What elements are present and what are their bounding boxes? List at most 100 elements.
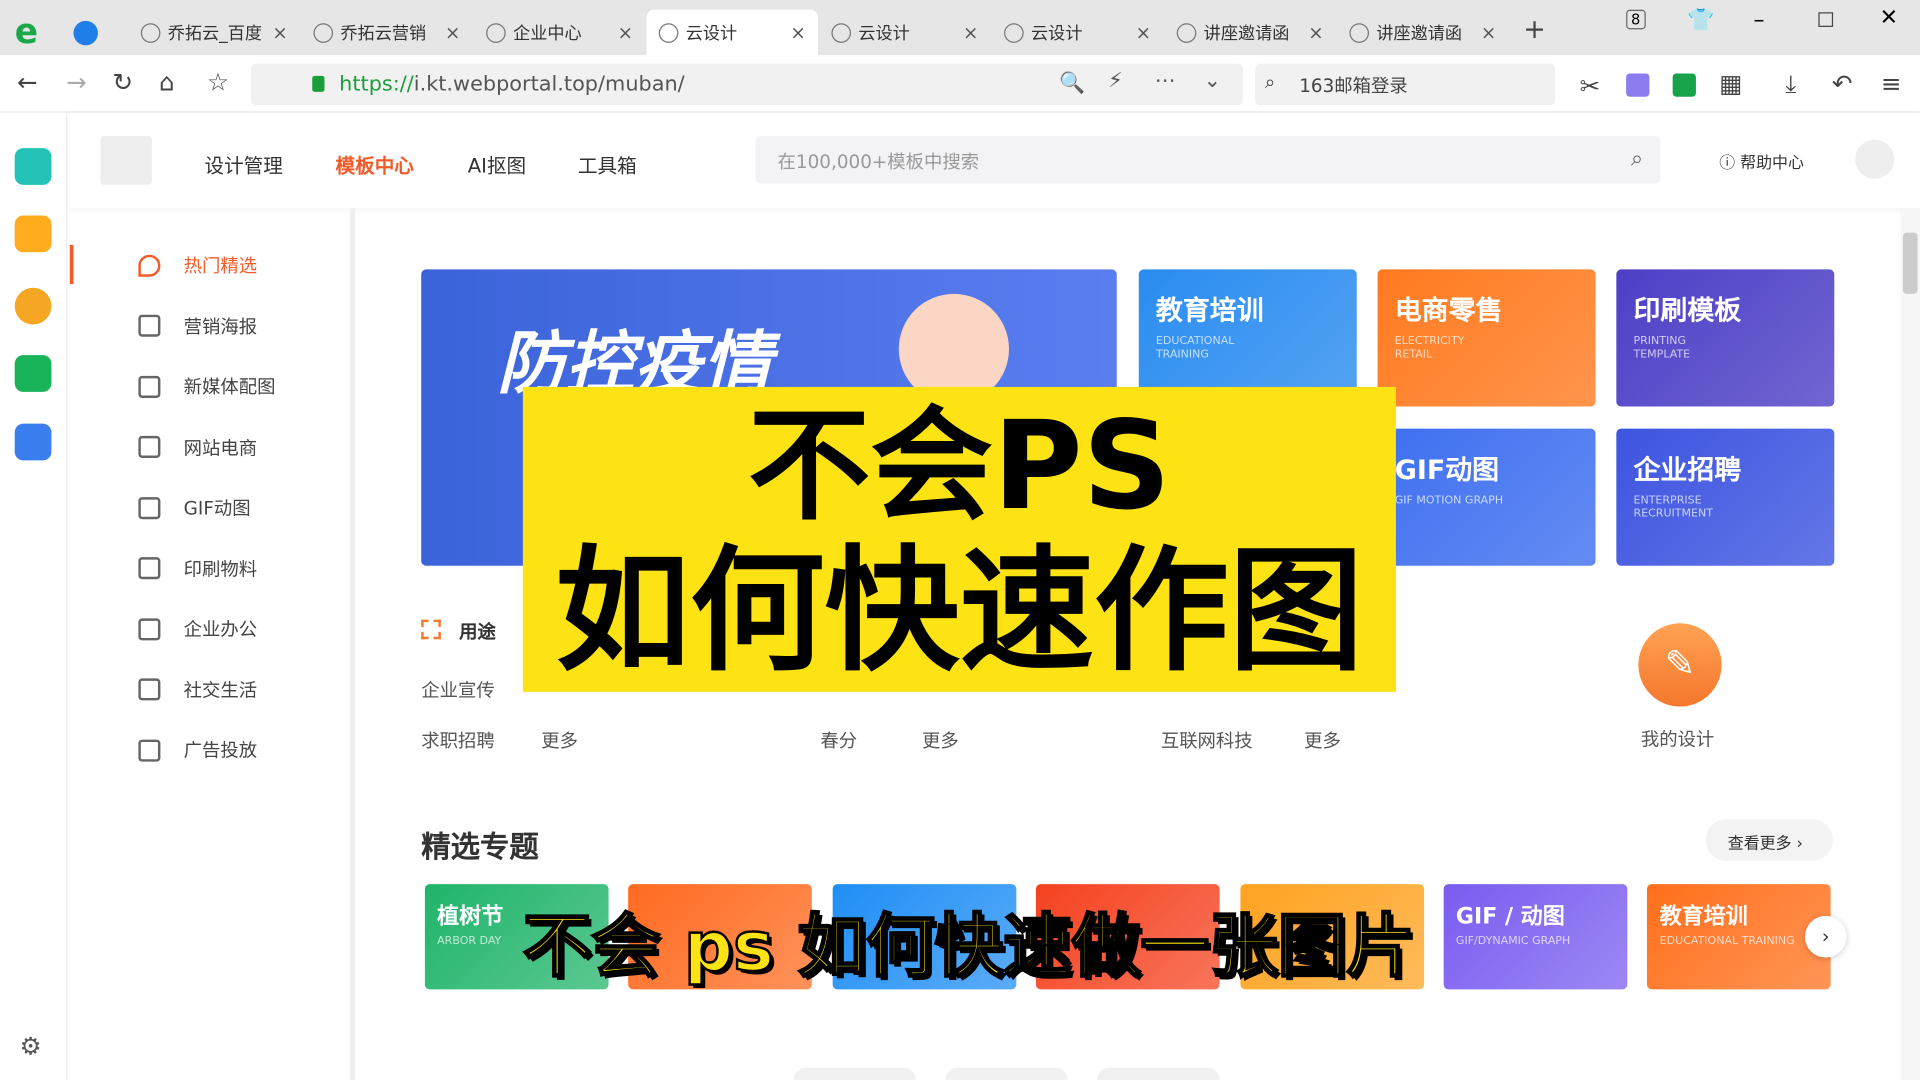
browser-tab[interactable]: 乔拓云_百度 × — [129, 10, 300, 55]
search-icon[interactable]: ⌕ — [1631, 146, 1643, 172]
topic-card[interactable]: GIF / 动图 GIF/DYNAMIC GRAPH — [1443, 884, 1628, 990]
my-design-button[interactable]: ✎ — [1638, 623, 1722, 707]
close-tab-icon[interactable]: × — [618, 21, 633, 43]
sidebar-item[interactable]: 网站电商 — [138, 434, 257, 460]
category-icon — [138, 557, 161, 580]
template-search-input[interactable]: 在100,000+模板中搜索 ⌕ — [755, 135, 1661, 184]
my-design-label[interactable]: 我的设计 — [1641, 726, 1714, 752]
category-icon — [138, 375, 161, 398]
usage-icon — [421, 619, 441, 640]
close-tab-icon[interactable]: × — [272, 21, 287, 43]
chevron-down-icon[interactable]: ⌄ — [1204, 69, 1221, 93]
site-logo[interactable] — [100, 135, 152, 185]
download-icon[interactable]: ⤓ — [1785, 69, 1796, 98]
back-icon[interactable]: ← — [17, 67, 38, 96]
sidebar-item-label: 新媒体配图 — [183, 375, 276, 398]
scrollbar[interactable] — [1900, 208, 1920, 1080]
apps-icon[interactable]: ▦ — [1719, 69, 1742, 98]
search-placeholder: 在100,000+模板中搜索 — [777, 150, 980, 173]
close-tab-icon[interactable]: × — [445, 21, 460, 43]
zoom-icon[interactable]: 🔍 — [1059, 71, 1085, 95]
menu-icon[interactable]: ≡ — [1881, 69, 1902, 98]
sidebar-item[interactable]: 企业办公 — [138, 616, 257, 642]
forward-icon[interactable]: → — [66, 67, 87, 96]
usage-link[interactable]: 更多 — [1304, 727, 1341, 753]
usage-link[interactable]: 互联网科技 — [1161, 727, 1253, 753]
weibo-icon[interactable] — [14, 287, 52, 325]
topic-title: GIF / 动图 — [1455, 903, 1565, 930]
category-icon — [138, 314, 161, 337]
view-more-button[interactable]: 查看更多 › — [1705, 819, 1834, 861]
category-card[interactable]: 印刷模板 PRINTING TEMPLATE — [1616, 269, 1835, 407]
usage-link[interactable]: 更多 — [922, 727, 959, 753]
close-tab-icon[interactable]: × — [1308, 21, 1323, 43]
sidebar-item[interactable]: 印刷物料 — [138, 555, 257, 581]
skin-icon[interactable]: 👕 — [1687, 7, 1714, 33]
video-subtitle: 不会 ps 如何快速做一张图片 — [522, 906, 1416, 988]
sidebar-item[interactable]: GIF动图 — [138, 495, 251, 521]
overlay-line2: 如何快速作图 — [555, 532, 1364, 690]
avatar[interactable] — [1855, 139, 1895, 179]
help-center-link[interactable]: ⓘ 帮助中心 — [1719, 149, 1804, 172]
nav-item[interactable]: 设计管理 — [204, 149, 282, 178]
overlay-line1: 不会PS — [747, 394, 1171, 538]
note-icon[interactable] — [14, 423, 52, 461]
minimize-button[interactable]: – — [1753, 7, 1764, 33]
tab-count[interactable]: 8 — [1626, 9, 1646, 30]
nav-item[interactable]: 模板中心 — [336, 149, 414, 178]
undo-icon[interactable]: ↶ — [1832, 69, 1853, 98]
globe-icon — [486, 22, 506, 43]
usage-link[interactable]: 企业宣传 — [421, 677, 494, 703]
sidebar-item[interactable]: 新媒体配图 — [138, 373, 276, 399]
close-window-button[interactable]: ✕ — [1880, 5, 1898, 31]
browser-search-input[interactable]: ⌕ 163邮箱登录 — [1255, 63, 1556, 106]
browser-tab[interactable]: 讲座邀请函 × — [1164, 10, 1335, 55]
sidebar-item-label: 社交生活 — [183, 678, 258, 702]
tag-pill[interactable] — [945, 1067, 1068, 1080]
sidebar-item-label: 热门精选 — [183, 254, 258, 277]
category-card[interactable]: 电商零售 ELECTRICITY RETAIL — [1377, 269, 1596, 407]
tag-pill[interactable] — [1097, 1067, 1220, 1080]
usage-link[interactable]: 春分 — [820, 727, 857, 753]
browser-tab[interactable]: 云设计 × — [819, 10, 990, 55]
extension-icon[interactable] — [1672, 73, 1696, 97]
home-icon[interactable]: ⌂ — [159, 67, 175, 96]
browser-tab[interactable]: 云设计 × — [992, 10, 1163, 55]
browser-tab[interactable]: 讲座邀请函 × — [1337, 10, 1508, 55]
new-tab-button[interactable]: + — [1523, 15, 1546, 46]
pin-icon[interactable] — [73, 20, 98, 46]
close-tab-icon[interactable]: × — [1481, 21, 1496, 43]
nav-item[interactable]: 工具箱 — [578, 149, 637, 178]
lock-icon — [312, 75, 325, 92]
scissors-icon[interactable]: ✂ — [1580, 71, 1601, 100]
usage-link[interactable]: 求职招聘 — [421, 727, 494, 753]
settings-icon[interactable]: ⚙ — [20, 1031, 42, 1060]
sidebar-item[interactable]: 营销海报 — [138, 313, 257, 339]
star-icon[interactable] — [14, 215, 52, 253]
app-icon[interactable] — [14, 148, 52, 185]
close-tab-icon[interactable]: × — [1136, 21, 1151, 43]
more-icon[interactable]: ⋯ — [1155, 69, 1176, 93]
url-input[interactable]: https://i.kt.webportal.top/muban/ 🔍 ⚡ ⋯ … — [251, 63, 1243, 106]
category-card[interactable]: 企业招聘 ENTERPRISE RECRUITMENT — [1616, 428, 1835, 566]
usage-link[interactable]: 更多 — [541, 727, 578, 753]
next-arrow-button[interactable]: › — [1804, 915, 1847, 958]
category-card[interactable]: GIF动图 GIF MOTION GRAPH — [1377, 428, 1596, 566]
nav-item[interactable]: AI抠图 — [468, 149, 526, 178]
mail-icon[interactable] — [14, 355, 52, 392]
sidebar-item[interactable]: 广告投放 — [138, 737, 257, 763]
translate-icon[interactable] — [1626, 73, 1650, 97]
sidebar-item[interactable]: 社交生活 — [138, 677, 257, 703]
lightning-icon[interactable]: ⚡ — [1108, 69, 1123, 93]
sidebar-item[interactable]: 热门精选 — [138, 252, 257, 278]
reload-icon[interactable]: ↻ — [113, 67, 134, 96]
maximize-button[interactable] — [1818, 12, 1834, 27]
favorite-icon[interactable]: ☆ — [207, 67, 229, 96]
topic-card[interactable]: 教育培训 EDUCATIONAL TRAINING — [1647, 884, 1832, 990]
browser-tab[interactable]: 乔拓云营销 × — [301, 10, 472, 55]
browser-tab[interactable]: 云设计 × — [646, 9, 818, 56]
close-tab-icon[interactable]: × — [963, 21, 978, 43]
tag-pill[interactable] — [793, 1067, 916, 1080]
close-tab-icon[interactable]: × — [790, 21, 805, 43]
browser-tab[interactable]: 企业中心 × — [474, 10, 645, 55]
